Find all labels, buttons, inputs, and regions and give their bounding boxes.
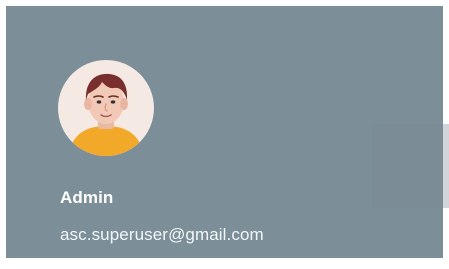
avatar[interactable] [58,60,154,156]
user-email: asc.superuser@gmail.com [60,225,264,244]
user-name: Admin [60,188,114,207]
profile-header: Admin asc.superuser@gmail.com [6,6,449,258]
screenshot-frame: Admin asc.superuser@gmail.com [0,0,449,269]
header-shade [372,124,449,208]
male-user-avatar-icon [68,73,144,156]
